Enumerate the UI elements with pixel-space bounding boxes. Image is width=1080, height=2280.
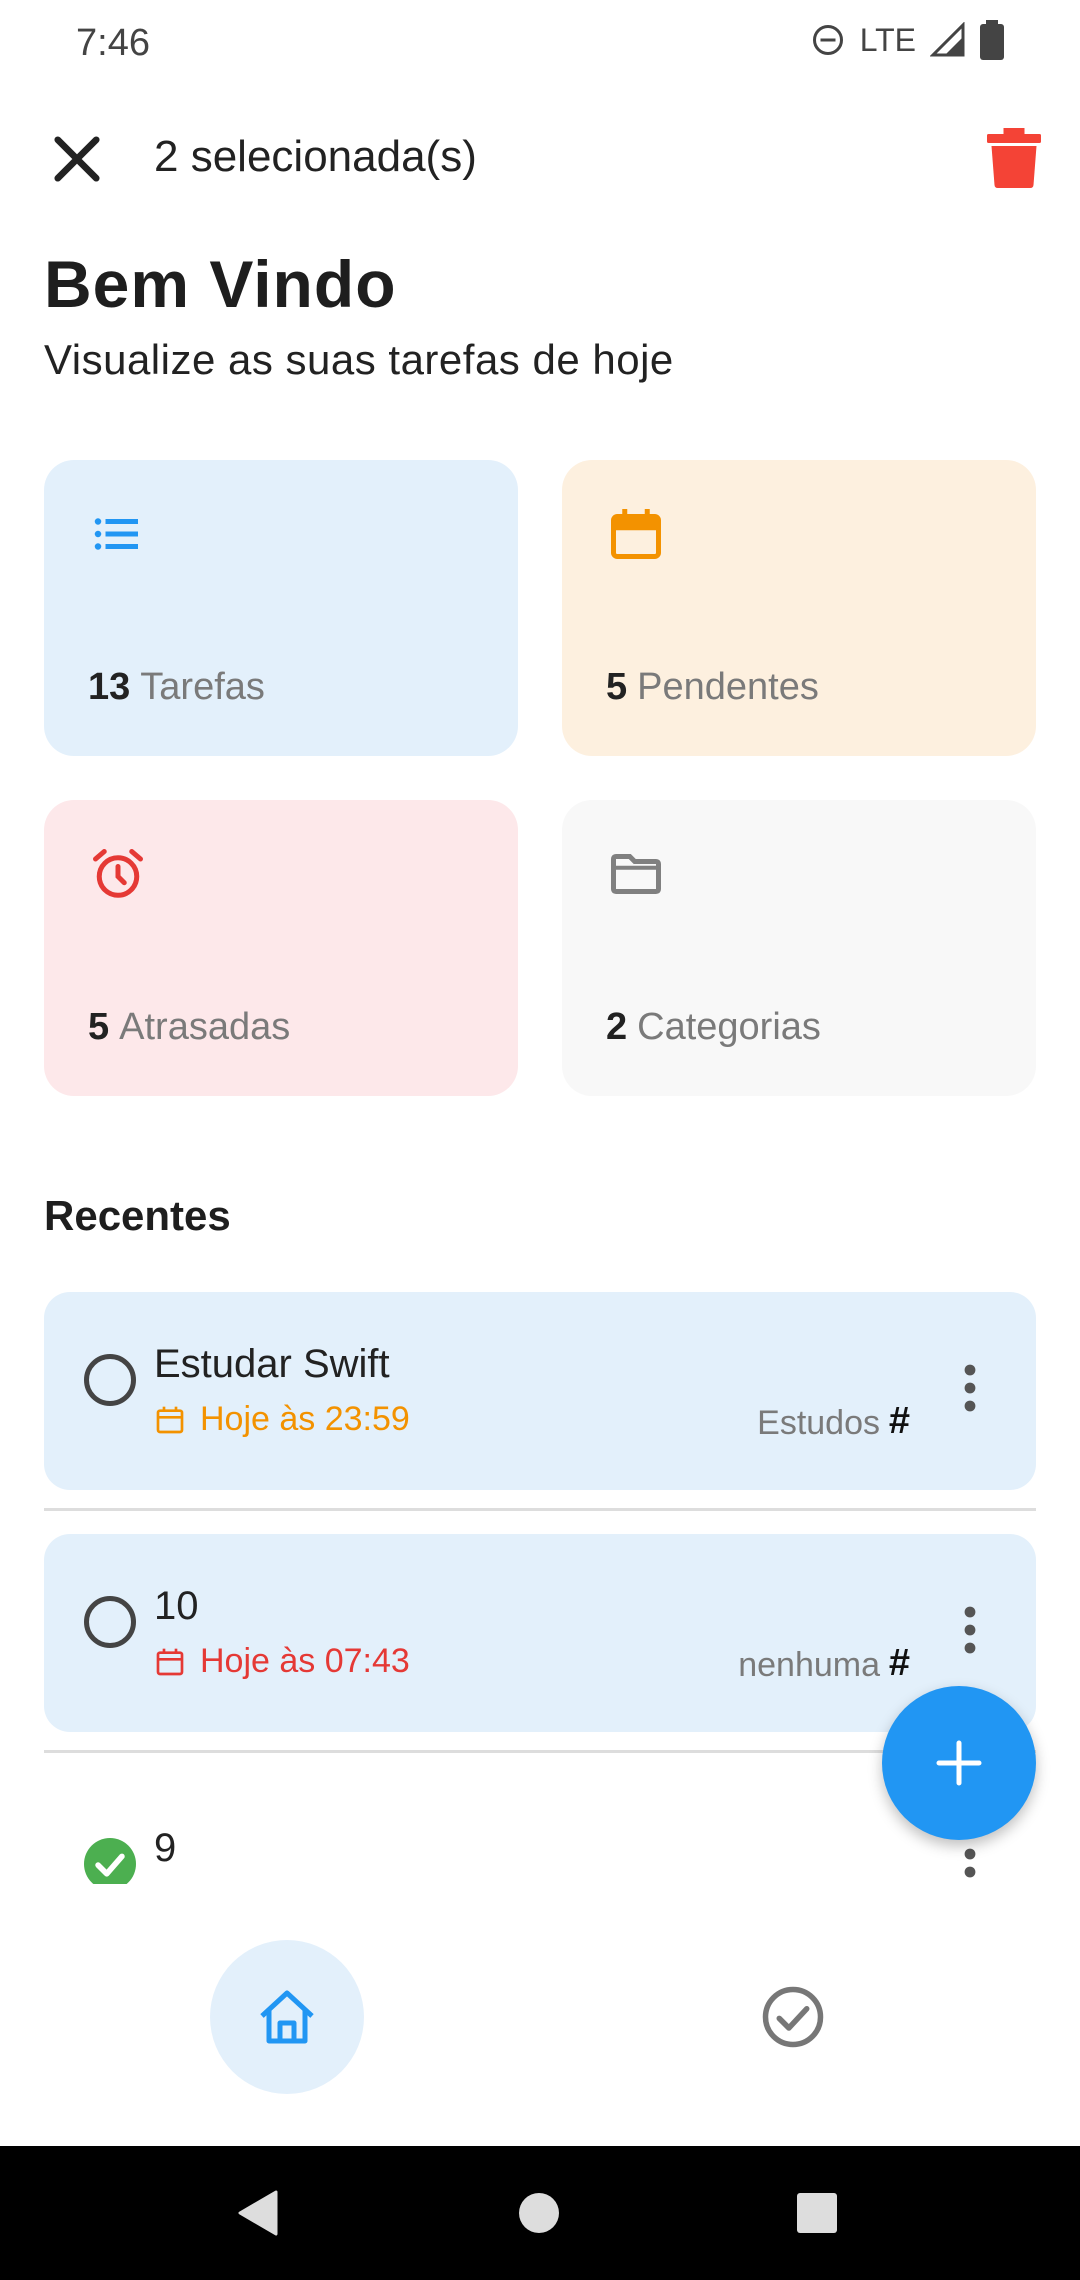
page-title: Bem Vindo — [44, 247, 397, 321]
task-name: 9 — [154, 1826, 177, 1870]
delete-selected-button[interactable] — [986, 128, 1042, 188]
task-due-date: Hoje às 23:59 — [154, 1400, 410, 1439]
checked-circle-icon[interactable] — [84, 1838, 136, 1884]
task-checkbox[interactable] — [84, 1596, 136, 1648]
recent-section-title: Recentes — [44, 1192, 231, 1239]
status-time: 7:46 — [76, 22, 150, 64]
calendar-icon — [156, 1648, 184, 1675]
recents-square-icon[interactable] — [797, 2193, 837, 2233]
home-icon — [260, 1990, 314, 2044]
nav-completed-button[interactable] — [760, 1984, 826, 2050]
card-count: 2 Categorias — [606, 1006, 821, 1048]
page-subtitle: Visualize as suas tarefas de hoje — [44, 336, 674, 383]
card-atrasadas[interactable]: 5 Atrasadas — [44, 800, 518, 1096]
trash-icon — [987, 128, 1041, 188]
task-name: 10 — [154, 1584, 199, 1628]
task-name: Estudar Swift — [154, 1342, 390, 1386]
alarm-icon — [93, 849, 143, 898]
task-item[interactable]: Estudar Swift Hoje às 23:59 Estudos # — [44, 1292, 1036, 1490]
list-icon — [94, 518, 138, 550]
card-count: 5 Pendentes — [606, 666, 819, 708]
card-pendentes[interactable]: 5 Pendentes — [562, 460, 1036, 756]
card-tarefas[interactable]: 13 Tarefas — [44, 460, 518, 756]
do-not-disturb-icon — [812, 25, 843, 55]
task-due-date: Hoje às 07:43 — [154, 1642, 410, 1681]
task-checkbox[interactable] — [84, 1354, 136, 1406]
calendar-icon — [156, 1406, 184, 1433]
folder-icon — [611, 854, 661, 894]
category-hash: # — [888, 1642, 910, 1684]
system-navigation-bar — [0, 2146, 1080, 2280]
card-count: 5 Atrasadas — [88, 1006, 291, 1048]
more-options-icon[interactable] — [964, 1364, 976, 1412]
close-selection-button[interactable] — [44, 126, 110, 192]
bottom-navigation — [0, 1890, 1080, 2146]
network-type: LTE — [859, 21, 916, 58]
plus-icon — [936, 1740, 982, 1786]
status-icons: LTE — [810, 20, 1004, 60]
more-options-icon[interactable] — [964, 1606, 976, 1654]
home-circle-icon[interactable] — [518, 2192, 560, 2234]
more-options-icon[interactable] — [964, 1848, 976, 1884]
nav-home-button[interactable] — [210, 1940, 364, 2094]
back-icon[interactable] — [236, 2190, 280, 2236]
selection-count: 2 selecionada(s) — [154, 132, 477, 181]
battery-icon — [980, 20, 1004, 60]
card-count: 13 Tarefas — [88, 666, 265, 708]
calendar-icon — [611, 509, 661, 559]
close-icon — [54, 136, 100, 182]
task-category: nenhuma — [738, 1646, 880, 1684]
task-category: Estudos — [757, 1404, 880, 1442]
signal-icon — [930, 22, 965, 57]
category-hash: # — [888, 1400, 910, 1442]
add-task-button[interactable] — [882, 1686, 1036, 1840]
list-divider — [44, 1508, 1036, 1511]
check-circle-icon — [762, 1986, 824, 2048]
card-categorias[interactable]: 2 Categorias — [562, 800, 1036, 1096]
